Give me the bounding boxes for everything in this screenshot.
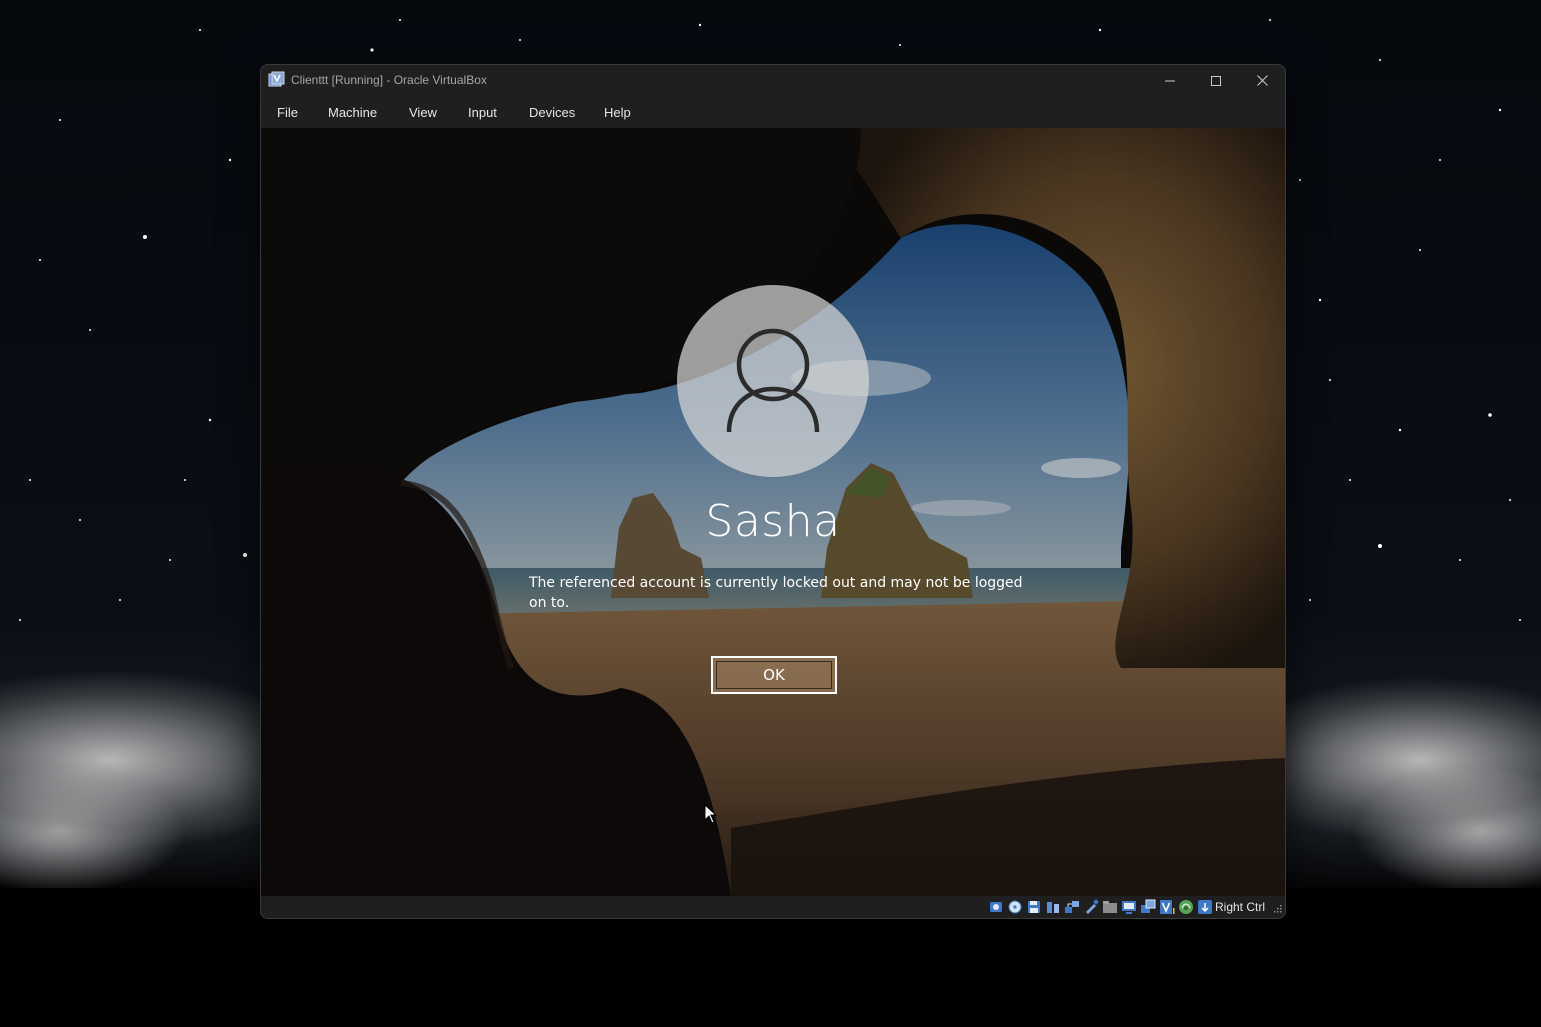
- host-key-label[interactable]: Right Ctrl: [1215, 900, 1265, 914]
- user-name: Sasha: [705, 496, 841, 547]
- title-bar[interactable]: Clienttt [Running] - Oracle VirtualBox: [261, 65, 1285, 96]
- ok-button-label: OK: [716, 661, 832, 689]
- menu-machine[interactable]: Machine: [328, 105, 377, 120]
- status-icons: [988, 899, 1213, 915]
- ok-button[interactable]: OK: [711, 656, 837, 694]
- minimize-button[interactable]: [1147, 65, 1193, 96]
- virtualbox-icon: [268, 71, 285, 87]
- mouse-cursor-icon: [704, 804, 718, 824]
- floppy-icon[interactable]: [1026, 899, 1042, 915]
- minimize-icon: [1165, 80, 1175, 81]
- usb-icon[interactable]: [1083, 899, 1099, 915]
- menu-devices[interactable]: Devices: [529, 105, 575, 120]
- video-capture-icon[interactable]: [1140, 899, 1156, 915]
- display-icon[interactable]: [1121, 899, 1137, 915]
- hard-disk-icon[interactable]: [988, 899, 1004, 915]
- menu-file[interactable]: File: [277, 105, 298, 120]
- menu-view[interactable]: View: [409, 105, 437, 120]
- lockout-message: The referenced account is currently lock…: [529, 575, 1023, 611]
- maximize-button[interactable]: [1193, 65, 1239, 96]
- shared-folders-icon[interactable]: [1102, 899, 1118, 915]
- optical-drive-icon[interactable]: [1007, 899, 1023, 915]
- status-bar: Right Ctrl: [261, 896, 1285, 918]
- network-icon[interactable]: [1064, 899, 1080, 915]
- menu-input[interactable]: Input: [468, 105, 497, 120]
- close-button[interactable]: [1239, 65, 1285, 96]
- close-icon: [1256, 75, 1268, 86]
- mouse-integration-icon[interactable]: [1197, 899, 1213, 915]
- audio-icon[interactable]: [1045, 899, 1061, 915]
- user-icon: [726, 328, 820, 433]
- virtualization-engine-icon[interactable]: [1159, 899, 1175, 915]
- maximize-icon: [1211, 75, 1221, 86]
- user-avatar: [677, 285, 869, 477]
- guest-display[interactable]: Sasha The referenced account is currentl…: [261, 128, 1285, 896]
- resize-grip-icon[interactable]: [1273, 904, 1282, 913]
- window-title: Clienttt [Running] - Oracle VirtualBox: [291, 73, 487, 87]
- virtualbox-window[interactable]: Clienttt [Running] - Oracle VirtualBox F…: [260, 64, 1286, 919]
- menu-bar: File Machine View Input Devices Help: [261, 96, 1285, 128]
- menu-help[interactable]: Help: [604, 105, 631, 120]
- recording-icon[interactable]: [1178, 899, 1194, 915]
